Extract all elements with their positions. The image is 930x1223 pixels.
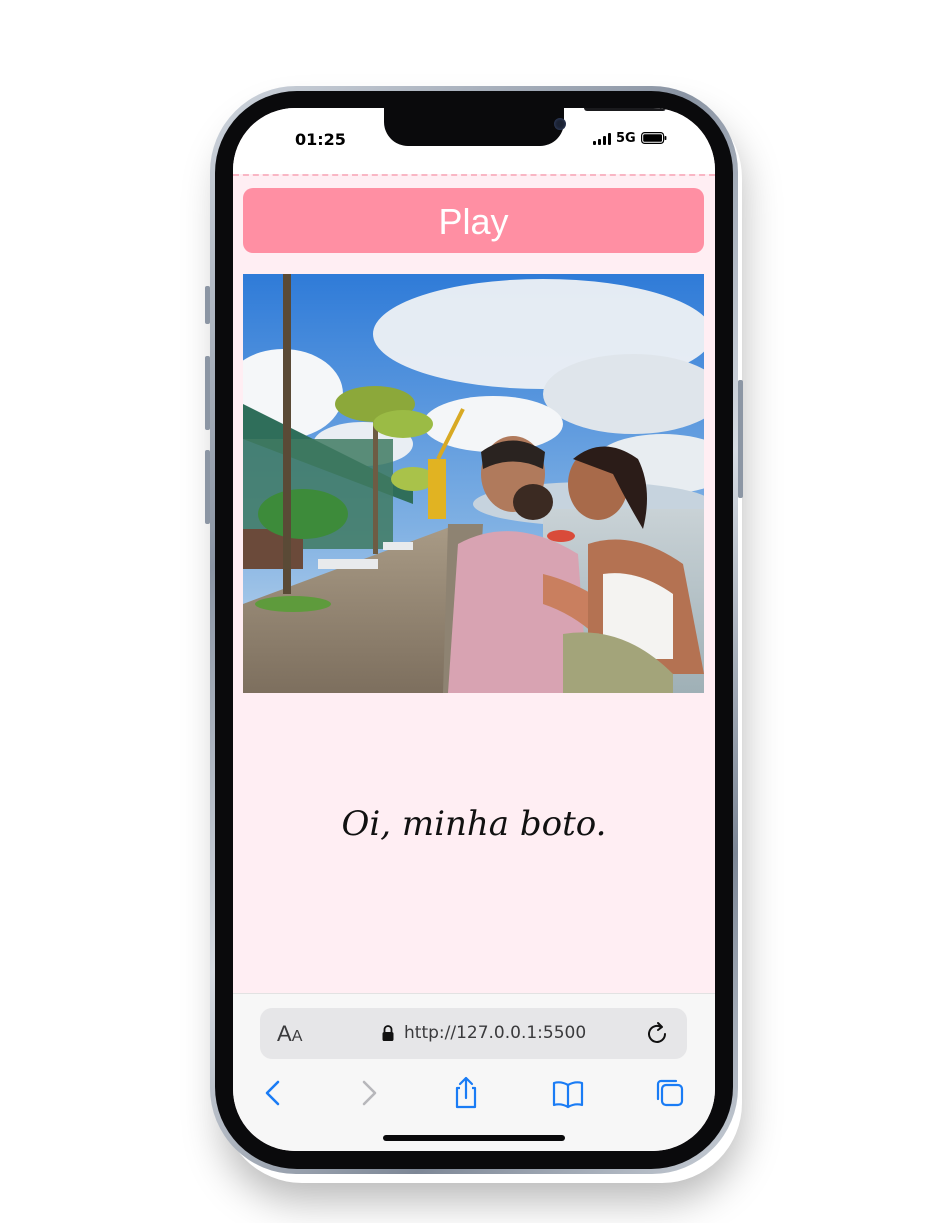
status-bar: 01:25 5G [233, 108, 715, 174]
url-text[interactable]: http://127.0.0.1:5500 [404, 1023, 586, 1043]
home-indicator [383, 1135, 565, 1141]
couple-photo [243, 274, 704, 693]
status-time: 01:25 [295, 130, 346, 149]
reload-icon[interactable] [646, 1020, 670, 1046]
earpiece-speaker [584, 108, 666, 111]
chevron-right-icon[interactable] [351, 1076, 385, 1110]
signal-icon [593, 133, 611, 145]
book-icon[interactable] [551, 1076, 585, 1110]
power-button [738, 380, 743, 498]
network-type: 5G [616, 131, 636, 146]
phone-screen: 01:25 5G Play Oi, minha boto. AA http://… [233, 108, 715, 1151]
web-page: Play Oi, minha boto. [233, 174, 715, 996]
battery-icon [641, 132, 667, 144]
stage: 01:25 5G Play Oi, minha boto. AA http://… [0, 0, 930, 1223]
greeting-text: Oi, minha boto. [341, 804, 607, 844]
mute-switch [205, 286, 210, 324]
volume-up-button [205, 356, 210, 430]
lock-icon [382, 1025, 394, 1041]
front-camera [554, 118, 566, 130]
share-icon[interactable] [449, 1076, 483, 1110]
chevron-left-icon[interactable] [257, 1076, 291, 1110]
play-button[interactable]: Play [243, 188, 704, 253]
text-size-label-small: A [291, 1028, 303, 1045]
text-size-button[interactable]: AA [277, 1021, 302, 1047]
tabs-icon[interactable] [653, 1076, 687, 1110]
notch [384, 108, 666, 146]
address-bar[interactable]: AA http://127.0.0.1:5500 [260, 1008, 687, 1059]
volume-down-button [205, 450, 210, 524]
browser-toolbar: AA http://127.0.0.1:5500 [233, 993, 715, 1151]
text-size-label-big: A [277, 1021, 292, 1046]
couple-photo-illustration [243, 274, 704, 693]
